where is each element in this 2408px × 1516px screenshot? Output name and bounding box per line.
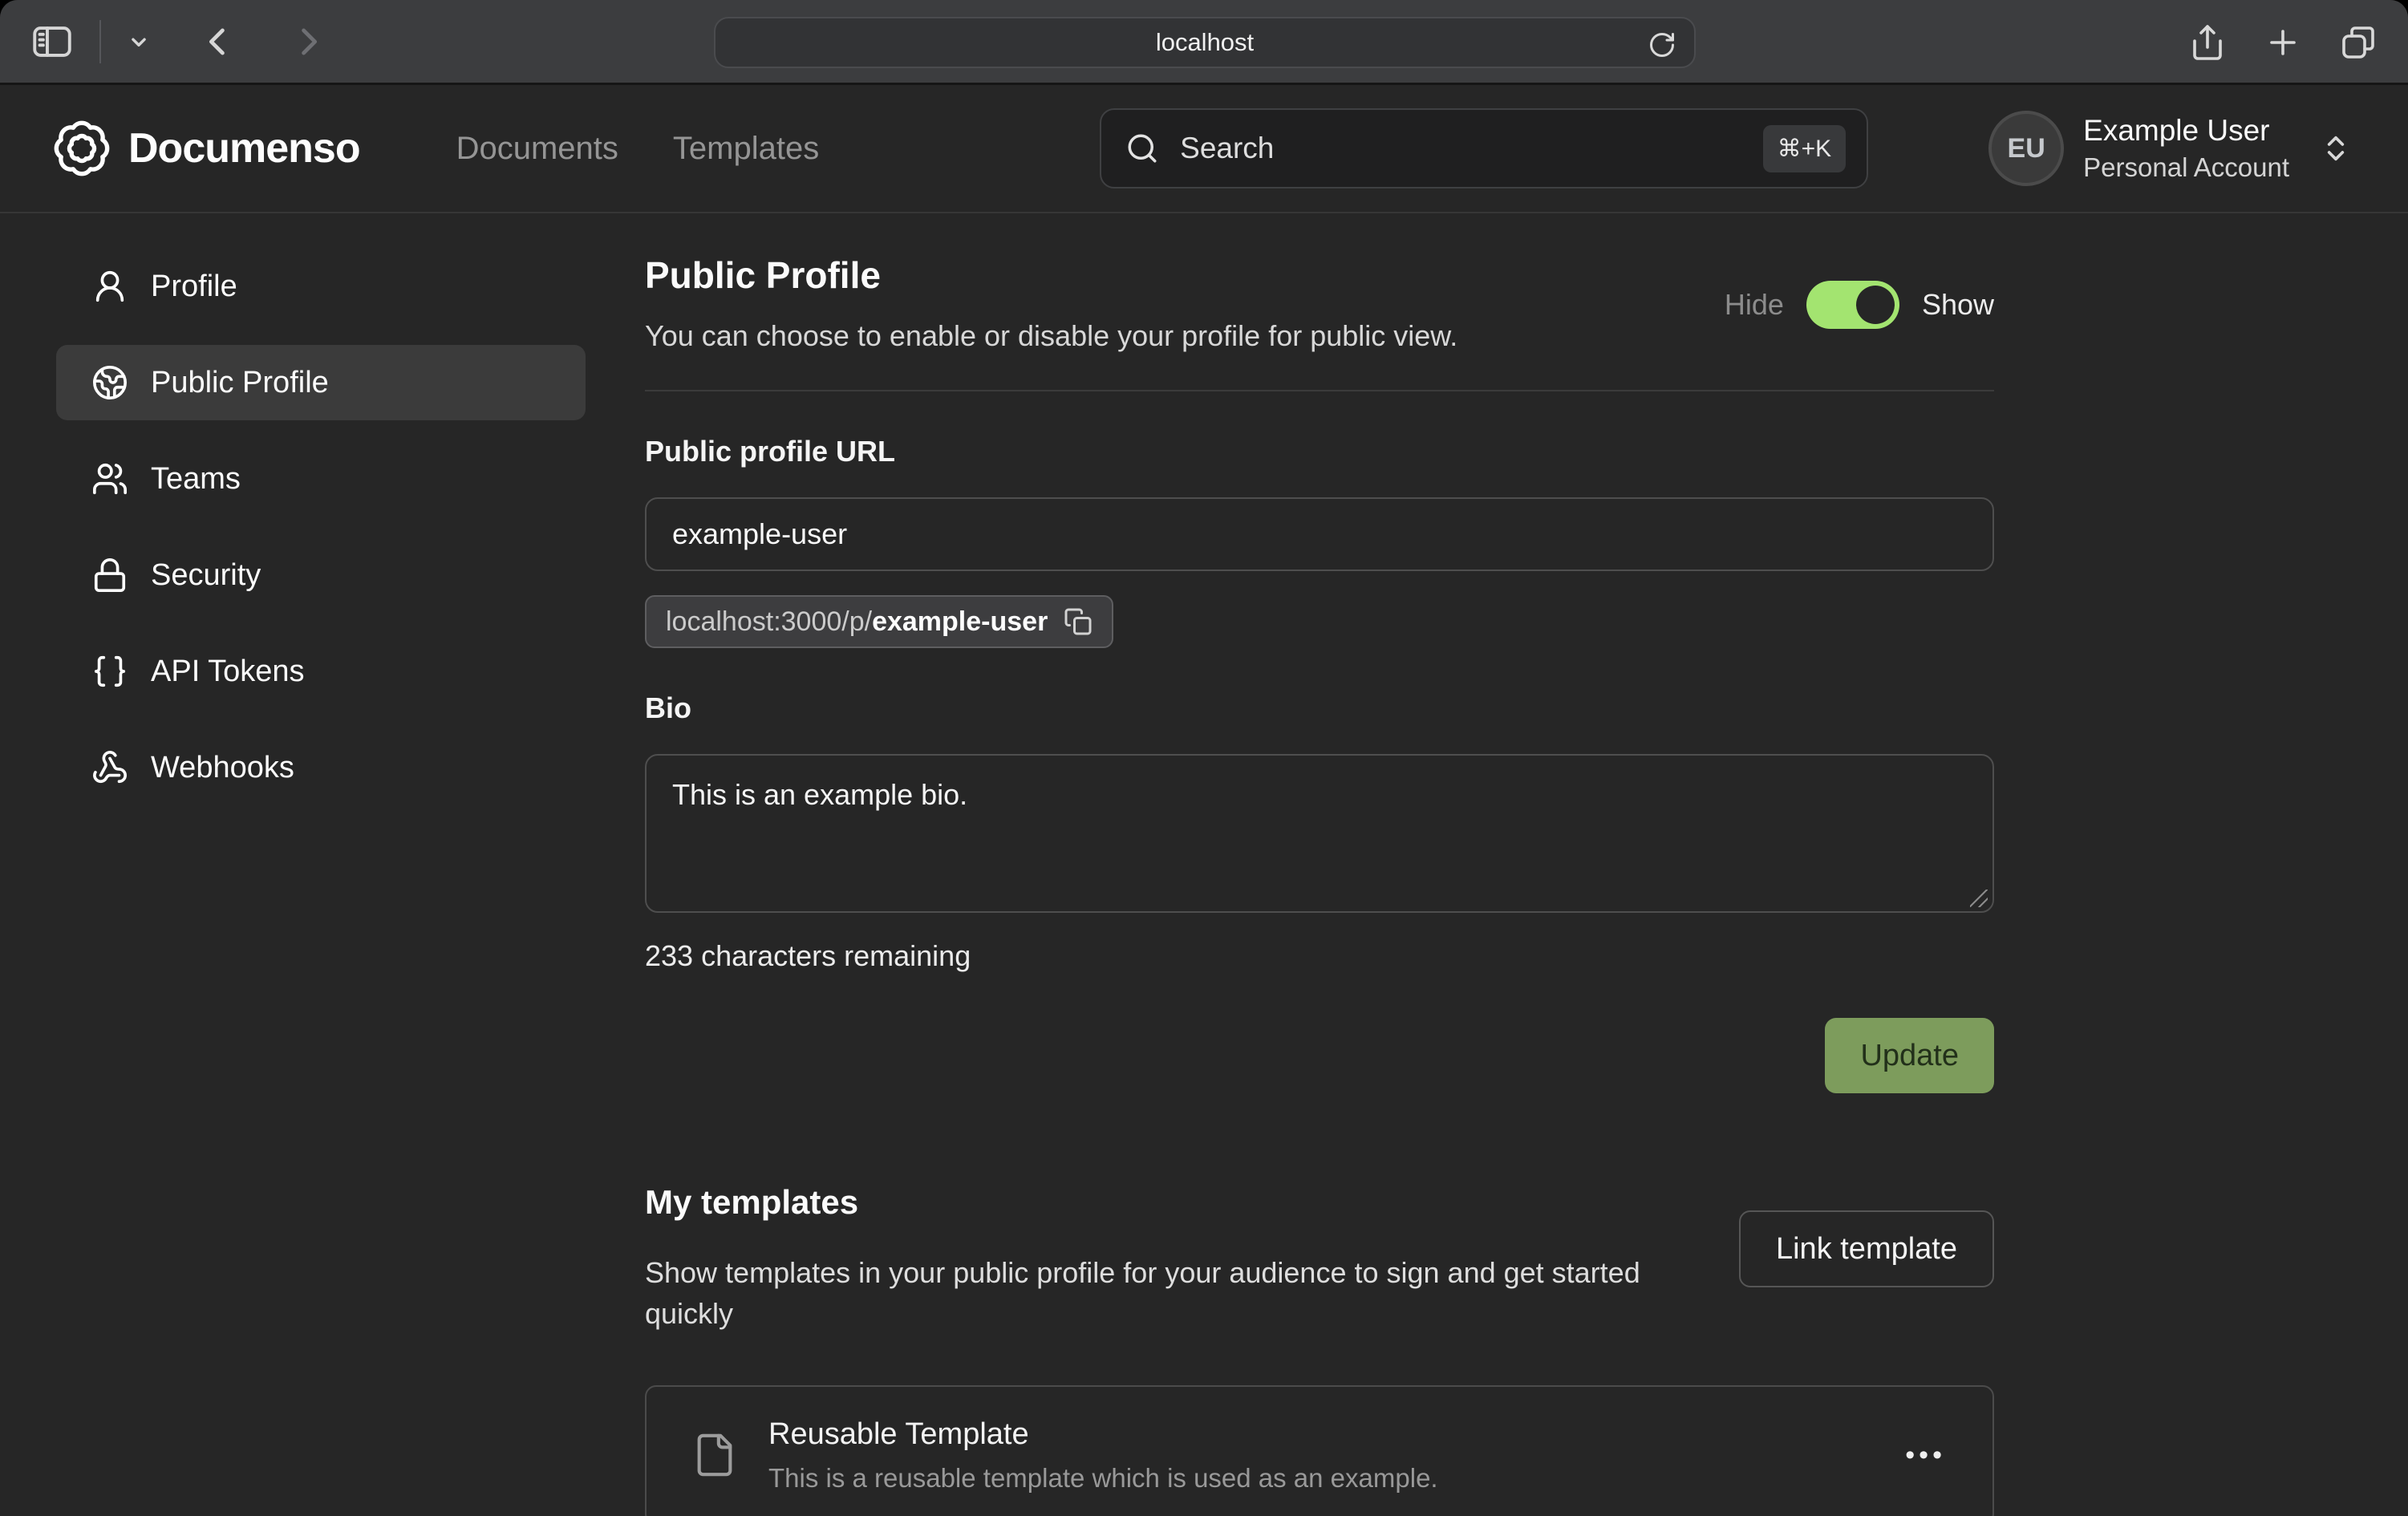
- search-input[interactable]: [1180, 132, 1762, 165]
- browser-toolbar: localhost: [0, 0, 2408, 85]
- chevron-down-icon[interactable]: [125, 28, 152, 55]
- refresh-icon[interactable]: [1648, 30, 1676, 59]
- sidebar-item-profile[interactable]: Profile: [56, 249, 586, 324]
- documenso-rosette-icon: [51, 118, 112, 179]
- public-url-prefix: localhost:3000/p/: [666, 606, 872, 637]
- globe-icon: [91, 364, 128, 401]
- tab-overview-icon[interactable]: [2339, 23, 2378, 62]
- back-icon[interactable]: [197, 21, 239, 63]
- toggle-knob: [1856, 286, 1895, 324]
- public-url-slug: example-user: [872, 606, 1048, 637]
- toolbar-divider: [99, 20, 101, 63]
- sidebar-item-label: Profile: [151, 270, 237, 304]
- brand-name: Documenso: [128, 124, 360, 172]
- sidebar-item-label: API Tokens: [151, 655, 305, 689]
- section-divider: [645, 390, 1994, 391]
- sidebar-item-label: Teams: [151, 462, 241, 497]
- nav-documents[interactable]: Documents: [456, 131, 618, 167]
- nav-templates[interactable]: Templates: [673, 131, 819, 167]
- update-button[interactable]: Update: [1825, 1018, 1994, 1093]
- search-icon: [1125, 132, 1159, 165]
- template-options-menu[interactable]: •••: [1905, 1441, 1946, 1469]
- my-templates-description: Show templates in your public profile fo…: [645, 1252, 1704, 1334]
- file-icon: [691, 1432, 738, 1478]
- address-bar-url: localhost: [1156, 28, 1254, 57]
- link-template-button[interactable]: Link template: [1739, 1210, 1994, 1287]
- documenso-logo[interactable]: Documenso: [51, 118, 360, 179]
- template-description: This is a reusable template which is use…: [768, 1463, 1438, 1494]
- sidebar-item-public-profile[interactable]: Public Profile: [56, 345, 586, 420]
- public-profile-url-label: Public profile URL: [645, 435, 1994, 468]
- braces-icon: [91, 653, 128, 690]
- visibility-toggle[interactable]: [1806, 281, 1899, 329]
- webhook-icon: [91, 749, 128, 786]
- sidebar-item-label: Security: [151, 558, 261, 593]
- bio-label: Bio: [645, 691, 1994, 725]
- sidebar-item-label: Public Profile: [151, 366, 329, 400]
- app-header: Documenso Documents Templates ⌘+K EU Exa…: [0, 85, 2408, 213]
- profile-visibility-control: Hide Show: [1725, 281, 1994, 329]
- my-templates-title: My templates: [645, 1183, 1704, 1222]
- sidebar-item-webhooks[interactable]: Webhooks: [56, 730, 586, 805]
- sidebar-toggle-icon[interactable]: [29, 18, 75, 65]
- avatar: EU: [1988, 111, 2064, 186]
- sidebar-item-label: Webhooks: [151, 751, 294, 785]
- share-icon[interactable]: [2188, 23, 2227, 62]
- sidebar-item-security[interactable]: Security: [56, 537, 586, 613]
- copy-icon[interactable]: [1064, 607, 1093, 636]
- page-title: Public Profile: [645, 253, 1457, 297]
- template-title: Reusable Template: [768, 1417, 1438, 1452]
- account-type: Personal Account: [2083, 152, 2289, 183]
- user-name: Example User: [2083, 114, 2289, 148]
- user-icon: [91, 268, 128, 305]
- browser-window: localhost Documen: [0, 0, 2408, 1516]
- settings-sidebar: Profile Public Profile Teams Security: [0, 213, 586, 1516]
- template-card: Reusable Template This is a reusable tem…: [645, 1385, 1994, 1516]
- sidebar-item-api-tokens[interactable]: API Tokens: [56, 634, 586, 709]
- sidebar-item-teams[interactable]: Teams: [56, 441, 586, 517]
- public-profile-url-input[interactable]: [645, 497, 1994, 571]
- new-tab-icon[interactable]: [2264, 23, 2302, 62]
- chevrons-up-down-icon: [2320, 132, 2352, 164]
- characters-remaining: 233 characters remaining: [645, 939, 1994, 973]
- search-shortcut-badge: ⌘+K: [1763, 125, 1847, 172]
- public-profile-settings: Public Profile You can choose to enable …: [645, 213, 1994, 1516]
- lock-icon: [91, 557, 128, 594]
- users-icon: [91, 460, 128, 497]
- public-url-copy-pill[interactable]: localhost:3000/p/example-user: [645, 595, 1113, 648]
- bio-textarea[interactable]: This is an example bio.: [645, 754, 1994, 913]
- user-menu[interactable]: EU Example User Personal Account: [1988, 111, 2352, 186]
- hide-label: Hide: [1725, 288, 1784, 322]
- main-nav: Documents Templates: [456, 131, 820, 167]
- page-subtitle: You can choose to enable or disable your…: [645, 319, 1457, 353]
- show-label: Show: [1922, 288, 1994, 322]
- bio-field-wrapper: This is an example bio.: [645, 725, 1994, 917]
- forward-icon[interactable]: [287, 21, 329, 63]
- search-box[interactable]: ⌘+K: [1100, 108, 1868, 188]
- address-bar[interactable]: localhost: [714, 17, 1696, 68]
